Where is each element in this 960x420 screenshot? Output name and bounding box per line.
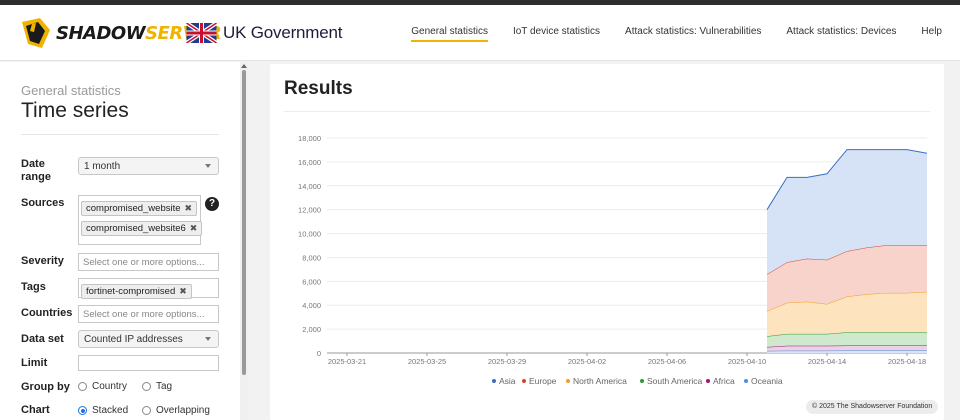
sidebar-title: Time series (21, 99, 129, 122)
legend-item-oceania: Oceania (751, 376, 783, 386)
legend-marker (566, 379, 570, 383)
shadowserver-logo-icon (22, 18, 50, 48)
date-range-select[interactable]: 1 month (78, 157, 219, 175)
radio-dot (78, 382, 87, 391)
tags-label: Tags (21, 281, 46, 293)
nav-help[interactable]: Help (921, 26, 942, 42)
radio-label: Country (92, 381, 128, 392)
nav-iot-device-statistics[interactable]: IoT device statistics (513, 26, 600, 42)
y-tick-label: 16,000 (298, 158, 321, 167)
y-tick-label: 8,000 (302, 253, 321, 262)
uk-flag-icon (186, 23, 217, 43)
data-set-label: Data set (21, 333, 64, 345)
radio-label: Stacked (92, 405, 129, 416)
help-icon[interactable]: ? (205, 197, 219, 211)
legend-marker (706, 379, 710, 383)
data-set-value: Counted IP addresses (84, 334, 183, 345)
sources-label: Sources (21, 197, 65, 209)
legend-item-south-america: South America (647, 376, 703, 386)
series-area-south-america (767, 332, 927, 347)
y-tick-label: 18,000 (298, 134, 321, 143)
group-by-tag-radio[interactable]: Tag (142, 381, 172, 392)
remove-tag-icon[interactable]: ✖ (185, 203, 193, 214)
radio-dot-selected (78, 406, 87, 415)
date-range-label: Date range (21, 158, 51, 183)
legend-item-north-america: North America (573, 376, 627, 386)
y-tick-label: 2,000 (302, 325, 321, 334)
y-tick-label: 6,000 (302, 277, 321, 286)
date-range-value: 1 month (84, 161, 121, 172)
data-set-select[interactable]: Counted IP addresses (78, 330, 219, 348)
x-tick-label: 2025-03-25 (408, 357, 446, 366)
chart-overlapping-radio[interactable]: Overlapping (142, 405, 210, 416)
source-tag-label: compromised_website6 (86, 223, 186, 234)
legend-item-africa: Africa (713, 376, 735, 386)
x-tick-label: 2025-04-02 (568, 357, 606, 366)
nav-attack-vulnerabilities[interactable]: Attack statistics: Vulnerabilities (625, 26, 761, 42)
x-tick-label: 2025-04-14 (808, 357, 846, 366)
legend-marker (744, 379, 748, 383)
limit-input[interactable] (78, 355, 219, 371)
series-area-africa (767, 345, 927, 351)
radio-label: Overlapping (156, 405, 210, 416)
copyright-badge: © 2025 The Shadowserver Foundation (806, 400, 939, 414)
x-tick-label: 2025-04-18 (888, 357, 926, 366)
y-tick-label: 10,000 (298, 230, 321, 239)
legend-item-asia: Asia (499, 376, 516, 386)
limit-label: Limit (21, 357, 48, 369)
tag-chip: fortinet-compromised ✖ (81, 284, 192, 299)
gov-label: UK Government (223, 23, 343, 42)
x-tick-label: 2025-03-21 (328, 357, 366, 366)
remove-tag-icon[interactable]: ✖ (179, 286, 187, 297)
chevron-down-icon (205, 337, 211, 341)
main-nav: General statistics IoT device statistics… (411, 26, 942, 42)
radio-dot (142, 406, 151, 415)
radio-label: Tag (156, 381, 173, 392)
scroll-up-arrow-icon[interactable] (241, 64, 247, 68)
chart-stacked-radio[interactable]: Stacked (78, 405, 128, 416)
legend-item-europe: Europe (529, 376, 557, 386)
header: SHADOWSERVER UK Government General stati… (0, 5, 960, 61)
brand-part-1: SHADOW (56, 22, 146, 44)
uk-government-badge: UK Government (186, 23, 342, 43)
tags-multiselect[interactable]: fortinet-compromised ✖ (78, 278, 219, 299)
group-by-country-radio[interactable]: Country (78, 381, 127, 392)
legend-marker (492, 379, 496, 383)
x-tick-label: 2025-04-10 (728, 357, 766, 366)
nav-attack-devices[interactable]: Attack statistics: Devices (786, 26, 896, 42)
sidebar-subtitle: General statistics (21, 83, 121, 98)
sidebar-scroll-thumb[interactable] (242, 70, 246, 375)
y-tick-label: 12,000 (298, 206, 321, 215)
nav-general-statistics[interactable]: General statistics (411, 26, 488, 42)
legend-marker (640, 379, 644, 383)
y-tick-label: 14,000 (298, 182, 321, 191)
remove-tag-icon[interactable]: ✖ (190, 223, 198, 234)
y-tick-label: 0 (317, 349, 321, 358)
severity-input[interactable]: Select one or more options... (78, 253, 219, 271)
tag-chip-label: fortinet-compromised (86, 286, 176, 297)
chart-label: Chart (21, 404, 50, 416)
severity-label: Severity (21, 255, 64, 267)
sidebar-divider (21, 134, 219, 135)
x-tick-label: 2025-04-06 (648, 357, 686, 366)
results-card: Results 0 2,000 4,000 6,000 8,000 10,000 12,00… (270, 64, 944, 420)
legend-marker (522, 379, 526, 383)
radio-dot (142, 382, 151, 391)
countries-input[interactable]: Select one or more options... (78, 305, 219, 323)
source-tag: compromised_website6 ✖ (81, 221, 203, 236)
x-tick-label: 2025-03-29 (488, 357, 526, 366)
y-tick-label: 4,000 (302, 301, 321, 310)
source-tag-label: compromised_website (86, 203, 181, 214)
sources-multiselect[interactable]: compromised_website ✖ compromised_website… (78, 195, 203, 245)
group-by-label: Group by (21, 381, 70, 393)
time-series-chart[interactable]: 0 2,000 4,000 6,000 8,000 10,000 12,000 14,000 1… (270, 64, 944, 420)
countries-label: Countries (21, 307, 73, 319)
chevron-down-icon (205, 164, 211, 168)
source-tag: compromised_website ✖ (81, 201, 198, 216)
